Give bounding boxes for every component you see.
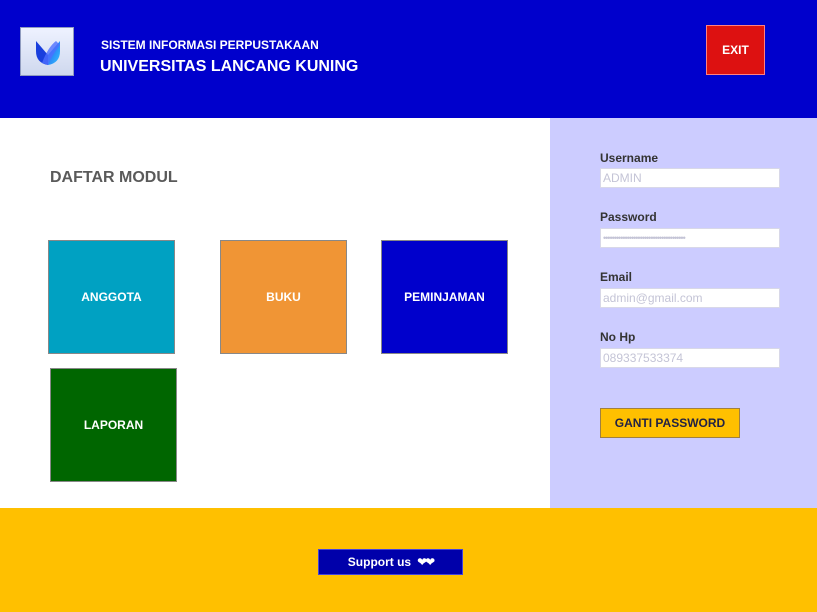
module-buku-button[interactable]: BUKU — [220, 240, 347, 354]
username-field[interactable] — [600, 168, 780, 188]
module-laporan-button[interactable]: LAPORAN — [50, 368, 177, 482]
heart-icon: ❤❤ — [417, 555, 435, 569]
username-label: Username — [600, 151, 659, 165]
module-panel: DAFTAR MODUL ANGGOTA BUKU PEMINJAMAN LAP… — [0, 118, 550, 508]
module-anggota-button[interactable]: ANGGOTA — [48, 240, 175, 354]
app-footer: Support us ❤❤ — [0, 508, 817, 612]
support-us-button[interactable]: Support us ❤❤ — [318, 549, 463, 575]
exit-button[interactable]: EXIT — [706, 25, 765, 75]
phone-field[interactable] — [600, 348, 780, 368]
account-panel: Username Password ••••••••••••••••••••••… — [550, 118, 817, 508]
module-peminjaman-button[interactable]: PEMINJAMAN — [381, 240, 508, 354]
email-field[interactable] — [600, 288, 780, 308]
phone-label: No Hp — [600, 330, 636, 344]
app-logo-icon — [36, 41, 60, 65]
app-subtitle: SISTEM INFORMASI PERPUSTAKAAN — [101, 38, 319, 52]
change-password-button[interactable]: GANTI PASSWORD — [600, 408, 740, 438]
app-logo — [20, 27, 74, 76]
app-header: SISTEM INFORMASI PERPUSTAKAAN UNIVERSITA… — [0, 0, 817, 118]
support-us-label: Support us — [347, 555, 412, 569]
password-field[interactable]: •••••••••••••••••••••••••••••••••••••• — [600, 228, 780, 248]
module-heading: DAFTAR MODUL — [50, 169, 178, 186]
password-label: Password — [600, 210, 657, 224]
email-label: Email — [600, 270, 633, 284]
app-title: UNIVERSITAS LANCANG KUNING — [100, 58, 359, 75]
